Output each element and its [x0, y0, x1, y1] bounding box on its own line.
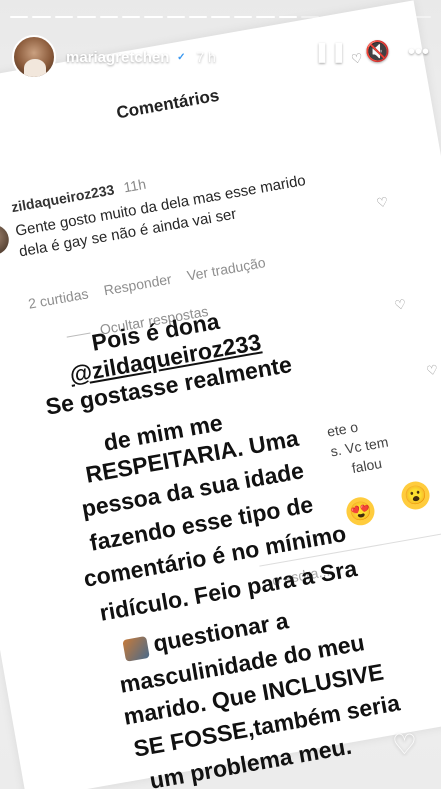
comments-screenshot: Comentários ♡ zildaqueiroz233 11h Gente …: [0, 0, 441, 789]
emoji-reaction: 😮: [399, 479, 432, 512]
story-header: mariagretchen ✓ 7 h ❚❚ 🔇 •••: [12, 32, 429, 82]
heart-icon: ♡: [375, 193, 390, 211]
pause-icon[interactable]: ❚❚: [314, 42, 348, 62]
progress-segment: [99, 16, 118, 18]
comment-actions: 2 curtidas Responder Ver tradução: [27, 254, 267, 312]
mute-icon[interactable]: 🔇: [365, 42, 390, 62]
story-time: 7 h: [196, 49, 216, 65]
comment-fragment: ete o: [325, 418, 360, 440]
progress-segment: [278, 16, 297, 18]
verified-icon: ✓: [174, 50, 189, 64]
progress-segment: [300, 16, 320, 18]
avatar[interactable]: [12, 35, 56, 79]
comment-likes: 2 curtidas: [26, 285, 90, 312]
progress-segment: [77, 16, 96, 18]
heart-icon[interactable]: ♡: [392, 728, 417, 761]
progress-segment: [345, 16, 364, 18]
comment-fragment: falou: [350, 454, 384, 477]
story-controls: ❚❚ 🔇 •••: [314, 42, 429, 62]
progress-segment: [189, 16, 208, 18]
heart-icon: ♡: [393, 296, 408, 314]
progress-segment: [54, 16, 74, 18]
translate-link: Ver tradução: [185, 254, 267, 284]
progress-segment: [121, 16, 141, 18]
commenter-avatar: [0, 222, 12, 258]
emoji-reaction: 😍: [344, 495, 377, 528]
progress-segment: [32, 16, 51, 18]
progress-segment: [323, 16, 342, 18]
progress-segment: [10, 16, 29, 18]
progress-segment: [233, 16, 253, 18]
progress-segment: [166, 16, 185, 18]
story-username[interactable]: mariagretchen: [66, 49, 169, 66]
progress-segment: [412, 16, 432, 18]
progress-segment: [368, 16, 387, 18]
comment-text: Gente gosto muito da dela mas esse marid…: [14, 171, 307, 261]
story-viewer: Comentários ♡ zildaqueiroz233 11h Gente …: [0, 0, 441, 789]
heart-icon: ♡: [425, 361, 440, 379]
progress-segment: [144, 16, 163, 18]
progress-segment: [211, 16, 230, 18]
comment-input: o esdra...: [259, 530, 441, 596]
comment-time: 11h: [122, 175, 148, 196]
hide-replies: Ocultar respostas: [65, 303, 210, 344]
more-icon[interactable]: •••: [408, 42, 429, 62]
story-progress-bar: [10, 16, 432, 18]
progress-segment: [256, 16, 275, 18]
reply-link: Responder: [102, 270, 173, 299]
progress-segment: [390, 16, 409, 18]
